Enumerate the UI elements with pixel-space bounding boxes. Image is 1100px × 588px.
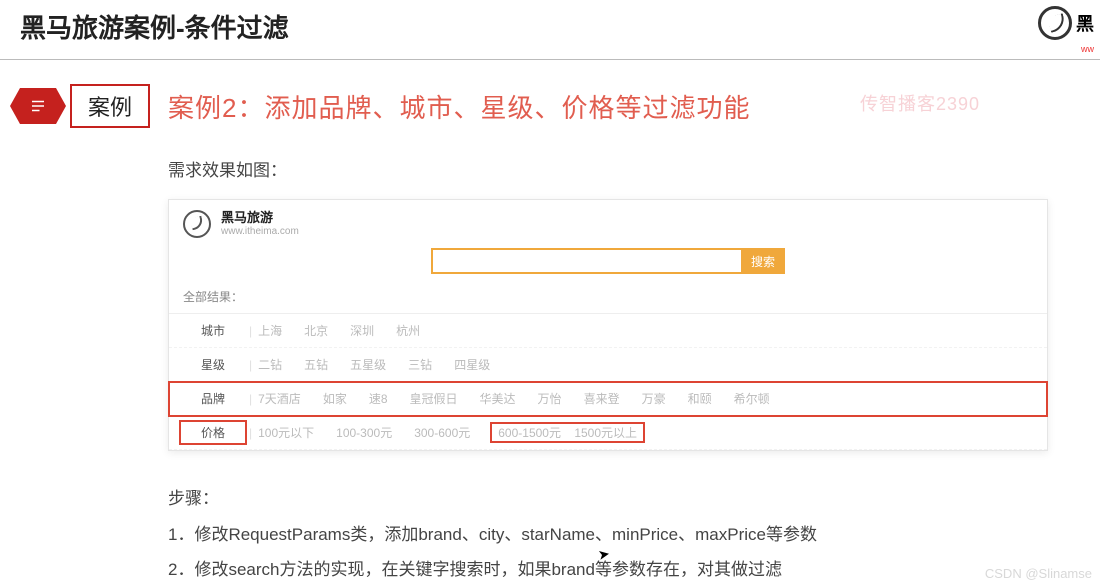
case-badge: 案例 [20,84,150,128]
filter-label-price: 价格 [183,424,243,441]
filter-option[interactable]: 万豪 [642,390,666,407]
horse-ring-icon [1038,6,1072,40]
demo-logo-icon [183,210,211,238]
demo-brand-name: 黑马旅游 [221,211,299,225]
watermark-top-right: 传智播客2390 [860,90,980,116]
filter-option[interactable]: 1500元以上 [574,426,637,440]
cursor-icon: ➤ [597,545,612,564]
filter-option[interactable]: 如家 [323,390,347,407]
step-2: 2．修改search方法的实现，在关键字搜索时，如果brand等参数存在，对其做… [168,552,1080,588]
filter-option[interactable]: 二钻 [258,356,282,373]
filter-option[interactable]: 北京 [304,322,328,339]
demo-screenshot: 黑马旅游 www.itheima.com 搜索 全部结果： 城市| 上海 北京 … [168,199,1048,451]
filter-row-brand: 品牌| 7天酒店 如家 速8 皇冠假日 华美达 万怡 喜来登 万豪 和颐 希尔顿 [169,382,1047,416]
filter-option[interactable]: 喜来登 [584,390,620,407]
corner-logo-sub: ww [1081,44,1094,54]
filter-row-price: 价格| 100元以下 100-300元 300-600元 600-1500元 1… [169,416,1047,450]
filter-option[interactable]: 7天酒店 [258,390,301,407]
step-1: 1．修改RequestParams类，添加brand、city、starName… [168,517,1080,553]
filter-option[interactable]: 100-300元 [336,424,392,441]
filter-option[interactable]: 杭州 [396,322,420,339]
filter-option[interactable]: 五钻 [304,356,328,373]
filter-row-city: 城市| 上海 北京 深圳 杭州 [169,314,1047,348]
filter-option[interactable]: 深圳 [350,322,374,339]
filter-option[interactable]: 万怡 [538,390,562,407]
search-button[interactable]: 搜索 [741,248,785,274]
filter-label-city: 城市 [183,322,243,339]
search-input[interactable] [431,248,741,274]
page-title: 黑马旅游案例-条件过滤 [0,0,1100,60]
all-results-label: 全部结果： [169,284,1047,313]
need-label: 需求效果如图： [168,156,1080,181]
watermark-bottom-right: CSDN @Slinamse [985,566,1092,581]
list-icon [29,97,47,115]
filter-option[interactable]: 速8 [369,390,388,407]
filter-option[interactable]: 五星级 [350,356,386,373]
filter-option[interactable]: 和颐 [688,390,712,407]
filter-label-star: 星级 [183,356,243,373]
filter-option[interactable]: 希尔顿 [734,390,770,407]
filter-option[interactable]: 600-1500元 [498,426,561,440]
filter-option[interactable]: 三钻 [408,356,432,373]
filter-option[interactable]: 四星级 [454,356,490,373]
filter-option[interactable]: 上海 [258,322,282,339]
case-title: 案例2：添加品牌、城市、星级、价格等过滤功能 [168,88,750,125]
corner-logo: 黑 ww [1038,6,1094,40]
hex-icon [20,88,56,124]
filter-option[interactable]: 100元以下 [258,424,314,441]
filter-label-brand: 品牌 [183,390,243,407]
filter-option[interactable]: 皇冠假日 [410,390,458,407]
filter-table: 城市| 上海 北京 深圳 杭州 星级| 二钻 五钻 五星级 三钻 [169,313,1047,450]
filter-row-star: 星级| 二钻 五钻 五星级 三钻 四星级 [169,348,1047,382]
demo-brand-url: www.itheima.com [221,226,299,237]
filter-option[interactable]: 华美达 [480,390,516,407]
badge-label: 案例 [70,84,150,128]
corner-logo-text: 黑 [1076,10,1094,36]
steps-title: 步骤： [168,481,1080,517]
filter-option[interactable]: 300-600元 [414,424,470,441]
